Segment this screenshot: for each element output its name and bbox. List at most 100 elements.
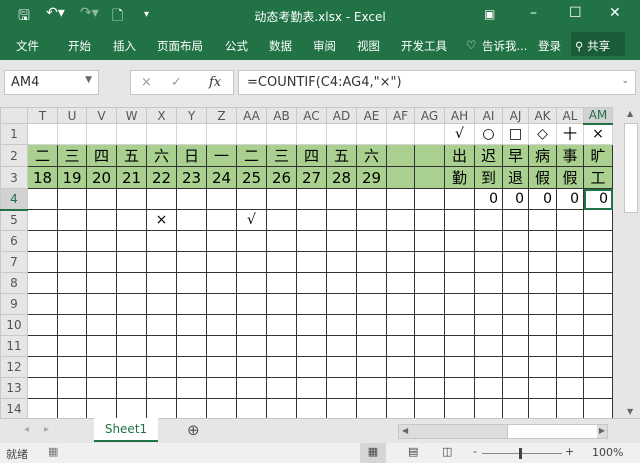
cell-V11[interactable]	[86, 335, 117, 357]
tab-page-layout[interactable]: 页面布局	[157, 38, 203, 54]
cell-AE3[interactable]: 29	[356, 166, 387, 189]
cell-U13[interactable]	[57, 377, 87, 399]
cell-AD13[interactable]	[326, 377, 357, 399]
cell-AC1[interactable]	[296, 123, 327, 145]
cell-AB14[interactable]	[266, 398, 297, 420]
minimize-icon[interactable]: –	[530, 5, 537, 21]
cell-AM11[interactable]	[583, 335, 613, 357]
name-box[interactable]: AM4 ▼	[4, 70, 99, 95]
cell-V1[interactable]	[86, 123, 117, 145]
cell-AI1[interactable]: ○	[474, 123, 503, 145]
cell-W3[interactable]: 21	[116, 166, 147, 189]
cell-AE1[interactable]	[356, 123, 387, 145]
cell-AJ10[interactable]	[502, 314, 529, 336]
insert-function-icon[interactable]: fx	[209, 75, 221, 90]
cell-Y9[interactable]	[176, 293, 207, 315]
cell-AC14[interactable]	[296, 398, 327, 420]
cell-X9[interactable]	[146, 293, 177, 315]
cell-Z13[interactable]	[206, 377, 237, 399]
cell-AJ11[interactable]	[502, 335, 529, 357]
cell-AM5[interactable]	[583, 209, 613, 231]
cell-U3[interactable]: 19	[57, 166, 87, 189]
cell-AM14[interactable]	[583, 398, 613, 420]
expand-icon[interactable]: ⌄	[621, 76, 629, 86]
cell-AD4[interactable]	[326, 188, 357, 210]
column-header-AA[interactable]: AA	[236, 107, 267, 124]
cell-AK11[interactable]	[528, 335, 557, 357]
cell-AD11[interactable]	[326, 335, 357, 357]
cell-AB10[interactable]	[266, 314, 297, 336]
cell-AK13[interactable]	[528, 377, 557, 399]
prev-sheet-icon[interactable]: ◂	[24, 424, 29, 435]
close-icon[interactable]: ✕	[609, 5, 621, 21]
scroll-thumb[interactable]	[624, 123, 638, 213]
cell-AM2[interactable]: 旷	[583, 144, 613, 167]
cell-AD8[interactable]	[326, 272, 357, 294]
column-header-AM[interactable]: AM	[583, 107, 613, 125]
cell-AJ1[interactable]: □	[502, 123, 529, 145]
cell-AL13[interactable]	[556, 377, 584, 399]
cell-AC9[interactable]	[296, 293, 327, 315]
cell-AE13[interactable]	[356, 377, 387, 399]
cell-X8[interactable]	[146, 272, 177, 294]
column-header-AE[interactable]: AE	[356, 107, 387, 124]
cell-Z3[interactable]: 24	[206, 166, 237, 189]
cell-AL2[interactable]: 事	[556, 144, 584, 167]
cell-AI10[interactable]	[474, 314, 503, 336]
cell-AF7[interactable]	[386, 251, 415, 273]
login-link[interactable]: 登录	[538, 38, 561, 54]
cell-AI6[interactable]	[474, 230, 503, 252]
cell-AF4[interactable]	[386, 188, 415, 210]
row-header-7[interactable]: 7	[0, 251, 28, 273]
cell-AK5[interactable]	[528, 209, 557, 231]
cell-AE11[interactable]	[356, 335, 387, 357]
cell-AD1[interactable]	[326, 123, 357, 145]
cell-AM4[interactable]: 0	[583, 188, 613, 210]
column-header-U[interactable]: U	[57, 107, 87, 124]
cell-AH11[interactable]	[444, 335, 475, 357]
cell-U4[interactable]	[57, 188, 87, 210]
normal-view-icon[interactable]: ▦	[360, 443, 386, 463]
cell-AM10[interactable]	[583, 314, 613, 336]
cell-AH2[interactable]: 出	[444, 144, 475, 167]
cell-W11[interactable]	[116, 335, 147, 357]
cell-AK6[interactable]	[528, 230, 557, 252]
cell-AM13[interactable]	[583, 377, 613, 399]
row-header-4[interactable]: 4	[0, 188, 28, 211]
cell-AB2[interactable]: 三	[266, 144, 297, 167]
cell-AL12[interactable]	[556, 356, 584, 378]
cell-AC4[interactable]	[296, 188, 327, 210]
cell-Y3[interactable]: 23	[176, 166, 207, 189]
cell-V2[interactable]: 四	[86, 144, 117, 167]
cell-V14[interactable]	[86, 398, 117, 420]
cell-AL11[interactable]	[556, 335, 584, 357]
cell-AE5[interactable]	[356, 209, 387, 231]
cell-T9[interactable]	[27, 293, 58, 315]
cell-Z7[interactable]	[206, 251, 237, 273]
cell-T1[interactable]	[27, 123, 58, 145]
column-header-V[interactable]: V	[86, 107, 117, 124]
cell-AI7[interactable]	[474, 251, 503, 273]
cell-AE8[interactable]	[356, 272, 387, 294]
cell-AD7[interactable]	[326, 251, 357, 273]
cell-AF13[interactable]	[386, 377, 415, 399]
cell-X10[interactable]	[146, 314, 177, 336]
row-header-10[interactable]: 10	[0, 314, 28, 336]
cell-AH5[interactable]	[444, 209, 475, 231]
cell-AJ4[interactable]: 0	[502, 188, 529, 210]
cell-X2[interactable]: 六	[146, 144, 177, 167]
cell-Y1[interactable]	[176, 123, 207, 145]
cell-AA8[interactable]	[236, 272, 267, 294]
cell-AK14[interactable]	[528, 398, 557, 420]
next-sheet-icon[interactable]: ▸	[44, 424, 49, 435]
cell-Z6[interactable]	[206, 230, 237, 252]
cell-AC6[interactable]	[296, 230, 327, 252]
cell-AL10[interactable]	[556, 314, 584, 336]
cell-W10[interactable]	[116, 314, 147, 336]
cell-AI13[interactable]	[474, 377, 503, 399]
cell-W8[interactable]	[116, 272, 147, 294]
horizontal-scrollbar[interactable]: ◀ ▶	[398, 424, 608, 439]
cell-AK4[interactable]: 0	[528, 188, 557, 210]
tell-me-input[interactable]: 告诉我...	[482, 38, 527, 54]
cell-Y5[interactable]	[176, 209, 207, 231]
